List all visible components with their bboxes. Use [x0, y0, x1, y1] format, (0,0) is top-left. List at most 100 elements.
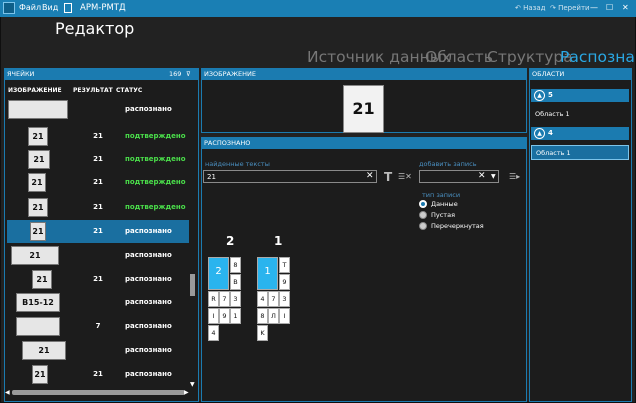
col-image[interactable]: ИЗОБРАЖЕНИЕ	[8, 87, 62, 94]
area-group-5[interactable]: ▲ 5	[531, 89, 629, 102]
scroll-down-icon[interactable]: ▼	[190, 381, 195, 388]
record-type-label: тип записи	[422, 191, 461, 199]
collapse-icon[interactable]: ▲	[534, 128, 545, 139]
segment-cell[interactable]: 1	[257, 257, 278, 290]
delete-list-icon[interactable]: ☰✕	[398, 172, 412, 181]
close-button[interactable]: ✕	[622, 3, 629, 12]
segment-cell[interactable]: 8	[230, 257, 241, 273]
col-status[interactable]: СТАТУС	[116, 87, 142, 94]
cell-thumbnail: 21	[32, 365, 48, 384]
cell-thumbnail: 21	[30, 222, 46, 241]
table-row[interactable]: B15-12 распознано	[7, 291, 189, 314]
table-row[interactable]: 21 21 распознано	[7, 268, 189, 291]
table-row[interactable]: распознано	[7, 98, 189, 121]
segment-cell[interactable]: 9	[279, 274, 290, 290]
nav-recognized[interactable]: Распознано	[560, 48, 636, 66]
radio-data-label: Данные	[431, 200, 458, 208]
segment-cell[interactable]: 2	[208, 257, 229, 290]
group-right-label: 1	[274, 234, 283, 248]
radio-data[interactable]	[419, 200, 427, 208]
minimize-button[interactable]: —	[590, 3, 598, 12]
add-record-select[interactable]: ✕ ▼	[419, 170, 499, 183]
table-row[interactable]: 21 21 подтверждено	[7, 196, 189, 219]
cell-result: 21	[93, 155, 103, 163]
cells-panel-header: ЯЧЕЙКИ 169 ⊽	[4, 68, 199, 80]
segment-cell[interactable]: 3	[279, 291, 290, 307]
area-item-selected[interactable]: Область 1	[531, 145, 629, 160]
cell-thumbnail: 21	[28, 198, 48, 217]
cell-status: подтверждено	[125, 132, 186, 140]
area-group-4[interactable]: ▲ 4	[531, 127, 629, 140]
segment-cell[interactable]: Л	[268, 308, 279, 324]
cell-thumbnail	[8, 100, 68, 119]
menu-view[interactable]: Вид	[42, 3, 58, 12]
radio-empty[interactable]	[419, 211, 427, 219]
app-title: АРМ-РМТД	[80, 3, 126, 13]
segment-cell[interactable]: B	[230, 274, 241, 290]
scroll-right-icon[interactable]: ▶	[184, 389, 189, 396]
segment-cell[interactable]: I	[279, 308, 290, 324]
cell-status: подтверждено	[125, 203, 186, 211]
cell-status: распознано	[125, 227, 172, 235]
back-button[interactable]: ↶ Назад	[515, 4, 546, 12]
nav-area[interactable]: Область	[425, 48, 493, 66]
radio-empty-label: Пустая	[431, 211, 455, 219]
add-list-icon[interactable]: ☰▸	[509, 172, 520, 181]
chevron-down-icon[interactable]: ▼	[491, 173, 496, 180]
add-record-label: добавить запись	[419, 160, 477, 168]
table-row[interactable]: 21 21 подтверждено	[7, 148, 189, 171]
scroll-thumb[interactable]	[190, 274, 195, 296]
clear-icon[interactable]: ✕	[366, 171, 374, 181]
page-title: Редактор	[55, 19, 135, 38]
scroll-left-icon[interactable]: ◀	[5, 389, 10, 396]
area-item[interactable]: Область 1	[535, 110, 570, 118]
forward-button[interactable]: ↷ Перейти	[550, 4, 590, 12]
segment-cell[interactable]: T	[279, 257, 290, 273]
horizontal-scrollbar[interactable]	[12, 390, 185, 395]
cell-thumbnail: 21	[28, 173, 46, 192]
cells-title: ЯЧЕЙКИ	[7, 70, 35, 78]
table-row[interactable]: 21 21 распознано	[7, 220, 189, 243]
segment-cell[interactable]: 7	[219, 291, 230, 307]
segment-cell[interactable]: 9	[219, 308, 230, 324]
segment-cell[interactable]: 4	[208, 325, 219, 341]
area-group-5-num: 5	[548, 91, 553, 99]
save-icon[interactable]	[64, 3, 72, 13]
clear-select-icon[interactable]: ✕	[478, 171, 486, 181]
cell-status: распознано	[125, 298, 172, 306]
recognized-panel-header: РАСПОЗНАНО	[201, 137, 527, 149]
maximize-button[interactable]: ☐	[606, 3, 613, 12]
segment-cell[interactable]: 4	[257, 291, 268, 307]
cell-thumbnail: 21	[28, 150, 50, 169]
segment-cell[interactable]: R	[208, 291, 219, 307]
back-label: Назад	[523, 4, 546, 12]
table-row[interactable]: 21 распознано	[7, 244, 189, 267]
cell-status: распознано	[125, 322, 172, 330]
collapse-icon[interactable]: ▲	[534, 90, 545, 101]
table-row[interactable]: 21 21 подтверждено	[7, 125, 189, 148]
menu-file[interactable]: Файл	[19, 3, 41, 12]
cell-status: распознано	[125, 370, 172, 378]
cell-status: распознано	[125, 275, 172, 283]
segment-cell[interactable]: I	[208, 308, 219, 324]
radio-crossed[interactable]	[419, 222, 427, 230]
segment-cell[interactable]: K	[257, 325, 268, 341]
cell-thumbnail: 21	[11, 246, 59, 265]
table-row[interactable]: 21 распознано	[7, 339, 189, 362]
table-row[interactable]: 21 21 распознано	[7, 363, 189, 386]
segment-cell[interactable]: 1	[230, 308, 241, 324]
cells-count: 169	[169, 70, 182, 78]
cell-thumbnail: 21	[32, 270, 52, 289]
segment-cell[interactable]: 7	[268, 291, 279, 307]
segment-cell[interactable]: 3	[230, 291, 241, 307]
forward-label: Перейти	[558, 4, 590, 12]
table-row[interactable]: 21 21 подтверждено	[7, 171, 189, 194]
text-format-icon[interactable]: T	[384, 170, 392, 184]
table-row[interactable]: 7 распознано	[7, 315, 189, 338]
col-result[interactable]: РЕЗУЛЬТАТ	[73, 87, 113, 94]
cell-result: 7	[95, 322, 101, 330]
segment-cell[interactable]: 8	[257, 308, 268, 324]
found-texts-input[interactable]: 21 ✕	[203, 170, 377, 183]
vertical-scrollbar[interactable]	[189, 98, 197, 386]
filter-icon[interactable]: ⊽	[186, 68, 191, 80]
